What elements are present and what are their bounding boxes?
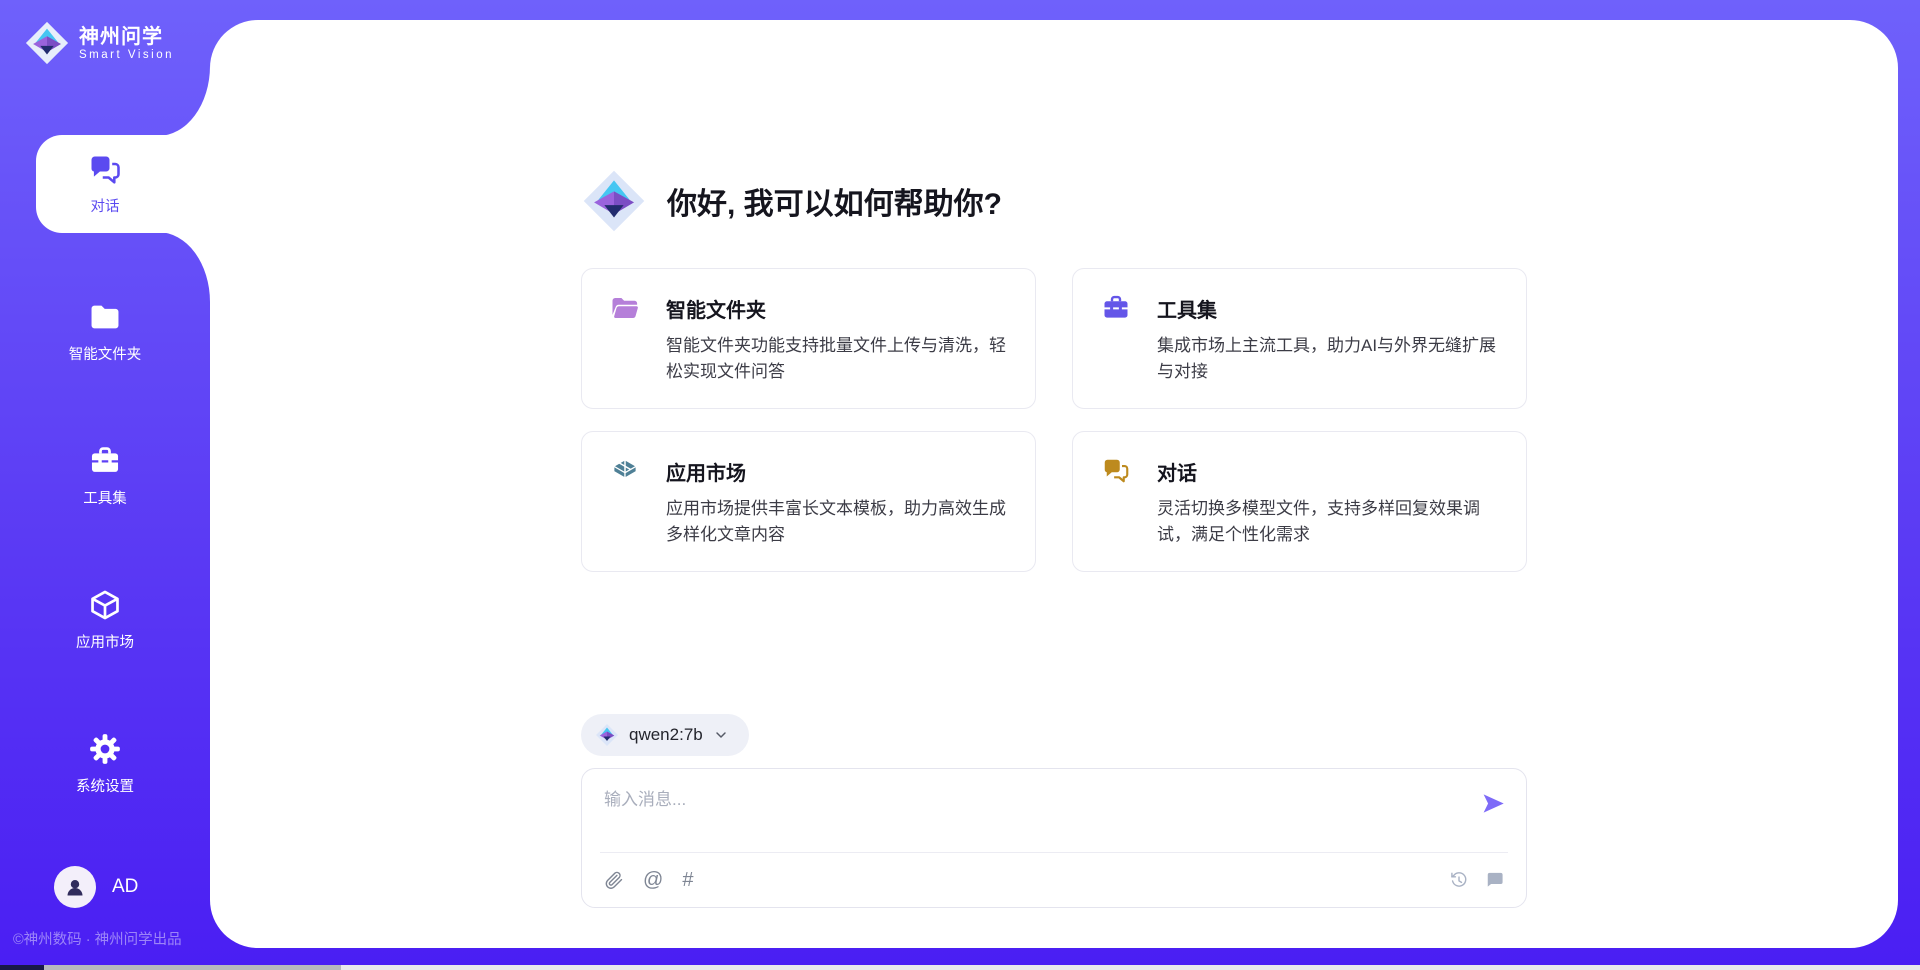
message-input[interactable]	[604, 785, 1469, 852]
folder-icon	[88, 300, 122, 334]
briefcase-icon	[88, 444, 122, 478]
hash-icon: #	[682, 870, 693, 890]
topic-button[interactable]: #	[682, 870, 693, 890]
sidebar-item-label: 应用市场	[76, 631, 134, 652]
greeting-logo-icon	[581, 168, 647, 234]
sidebar-item-label: 对话	[91, 195, 120, 216]
logo-diamond-icon	[24, 20, 70, 66]
card-title: 应用市场	[666, 457, 746, 486]
chevron-down-icon	[713, 727, 729, 743]
brand-subtitle: Smart Vision	[79, 49, 174, 61]
sidebar-item-label: 系统设置	[76, 775, 134, 796]
sidebar-item-label: 智能文件夹	[69, 343, 142, 364]
card-title: 智能文件夹	[666, 294, 766, 323]
sidebar-item-toolset[interactable]: 工具集	[0, 444, 210, 508]
cube-icon	[88, 588, 122, 622]
card-chat[interactable]: 对话 灵活切换多模型文件，支持多样回复效果调试，满足个性化需求	[1072, 431, 1527, 572]
chat-icon	[1101, 456, 1131, 486]
main-panel: 你好, 我可以如何帮助你? 智能文件夹 智能文件夹功能支持批量文件上传与清洗，轻…	[210, 20, 1898, 948]
sidebar: 神州问学 Smart Vision 对话 智能文件夹 工具集	[0, 0, 210, 970]
gear-icon	[88, 732, 122, 766]
toolbox-icon	[1101, 293, 1131, 323]
model-name: qwen2:7b	[629, 725, 703, 745]
user-account[interactable]: AD	[54, 866, 138, 908]
brand: 神州问学 Smart Vision	[24, 20, 174, 66]
card-title: 工具集	[1157, 294, 1217, 323]
folder-open-icon	[610, 293, 640, 323]
message-composer: @ #	[581, 768, 1527, 908]
history-icon	[1449, 870, 1469, 890]
avatar	[54, 866, 96, 908]
card-description: 应用市场提供丰富长文本模板，助力高效生成多样化文章内容	[666, 496, 1009, 547]
sidebar-item-smart-folder[interactable]: 智能文件夹	[0, 300, 210, 364]
sidebar-item-settings[interactable]: 系统设置	[0, 732, 210, 796]
screen-bottom-edge	[341, 965, 1920, 970]
at-icon: @	[643, 870, 663, 890]
card-description: 灵活切换多模型文件，支持多样回复效果调试，满足个性化需求	[1157, 496, 1500, 547]
send-icon	[1481, 791, 1506, 816]
app-grid-icon	[610, 456, 640, 486]
card-description: 智能文件夹功能支持批量文件上传与清洗，轻松实现文件问答	[666, 333, 1009, 384]
card-toolset[interactable]: 工具集 集成市场上主流工具，助力AI与外界无缝扩展与对接	[1072, 268, 1527, 409]
card-app-market[interactable]: 应用市场 应用市场提供丰富长文本模板，助力高效生成多样化文章内容	[581, 431, 1036, 572]
card-title: 对话	[1157, 457, 1197, 486]
model-selector[interactable]: qwen2:7b	[581, 714, 749, 756]
card-smart-folder[interactable]: 智能文件夹 智能文件夹功能支持批量文件上传与清洗，轻松实现文件问答	[581, 268, 1036, 409]
greeting-text: 你好, 我可以如何帮助你?	[667, 179, 1002, 223]
sidebar-item-label: 工具集	[83, 487, 127, 508]
comment-icon	[1484, 870, 1504, 890]
brand-name: 神州问学	[79, 26, 174, 49]
copyright-footer: ©神州数码 · 神州问学出品	[13, 928, 182, 949]
card-description: 集成市场上主流工具，助力AI与外界无缝扩展与对接	[1157, 333, 1500, 384]
person-icon	[63, 875, 87, 899]
screen-bottom-edge	[0, 965, 44, 970]
composer-area: qwen2:7b	[581, 714, 1527, 908]
sidebar-item-chat[interactable]: 对话	[36, 135, 210, 233]
mention-button[interactable]: @	[643, 870, 663, 890]
chat-bubbles-icon	[87, 152, 123, 188]
screen-bottom-edge	[44, 965, 341, 970]
sidebar-item-app-market[interactable]: 应用市场	[0, 588, 210, 652]
user-name: AD	[112, 876, 138, 898]
content-column: 你好, 我可以如何帮助你? 智能文件夹 智能文件夹功能支持批量文件上传与清洗，轻…	[581, 20, 1527, 948]
shortcut-cards: 智能文件夹 智能文件夹功能支持批量文件上传与清洗，轻松实现文件问答 工具集 集成…	[581, 268, 1527, 572]
greeting: 你好, 我可以如何帮助你?	[581, 168, 1527, 234]
paperclip-icon	[604, 870, 624, 890]
attach-file-button[interactable]	[604, 870, 624, 890]
model-logo-icon	[595, 723, 619, 747]
conversation-button[interactable]	[1484, 870, 1504, 890]
history-button[interactable]	[1449, 870, 1469, 890]
send-button[interactable]	[1481, 791, 1506, 819]
